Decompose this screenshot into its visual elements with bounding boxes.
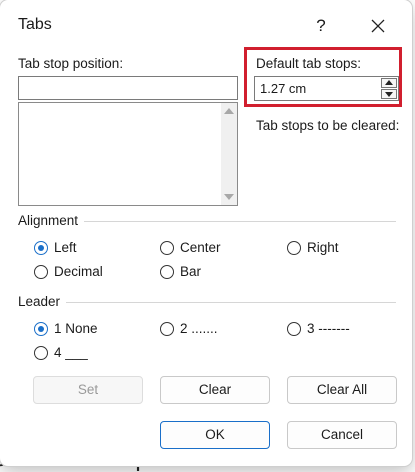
default-tab-stops-value[interactable]: 1.27 cm: [260, 81, 306, 96]
tab-stops-to-be-cleared-label: Tab stops to be cleared:: [256, 118, 400, 133]
cancel-button[interactable]: Cancel: [287, 421, 397, 449]
tab-stop-position-input[interactable]: [18, 76, 238, 100]
ok-button[interactable]: OK: [160, 421, 270, 449]
radio-leader-dots-label[interactable]: 2 .......: [180, 321, 218, 336]
radio-alignment-bar[interactable]: [160, 265, 174, 279]
leader-label: Leader: [18, 294, 61, 309]
alignment-label: Alignment: [18, 213, 79, 228]
radio-leader-none-label[interactable]: 1 None: [54, 321, 98, 336]
scroll-down-icon[interactable]: [224, 194, 234, 200]
default-tab-stops-field[interactable]: 1.27 cm: [254, 76, 399, 101]
tab-stop-position-label: Tab stop position:: [18, 56, 124, 71]
radio-alignment-right-label[interactable]: Right: [307, 240, 339, 255]
radio-alignment-right[interactable]: [287, 241, 301, 255]
spin-up-icon: [385, 80, 393, 85]
radio-leader-underline-label[interactable]: 4 ___: [54, 345, 88, 360]
set-button[interactable]: Set: [33, 376, 143, 404]
tab-stop-list-scrollbar[interactable]: [221, 103, 237, 205]
tabs-dialog: Tabs ? Tab stop position: Default tab st…: [0, 0, 412, 466]
default-tab-stops-label: Default tab stops:: [256, 56, 362, 71]
close-button[interactable]: [360, 10, 396, 42]
scroll-up-icon[interactable]: [224, 108, 234, 114]
help-button[interactable]: ?: [305, 10, 337, 42]
spin-down-button[interactable]: [381, 89, 397, 99]
radio-leader-dots[interactable]: [160, 322, 174, 336]
radio-alignment-bar-label[interactable]: Bar: [180, 264, 201, 279]
alignment-divider: [84, 221, 396, 222]
leader-divider: [66, 302, 396, 303]
spin-down-icon: [385, 92, 393, 97]
radio-leader-dashes[interactable]: [287, 322, 301, 336]
radio-alignment-center-label[interactable]: Center: [180, 240, 221, 255]
close-icon: [371, 19, 385, 33]
dialog-title: Tabs: [18, 16, 52, 33]
radio-alignment-decimal[interactable]: [34, 265, 48, 279]
radio-leader-underline[interactable]: [34, 346, 48, 360]
radio-alignment-center[interactable]: [160, 241, 174, 255]
clear-all-button[interactable]: Clear All: [287, 376, 397, 404]
radio-leader-dashes-label[interactable]: 3 -------: [307, 321, 350, 336]
radio-leader-none[interactable]: [34, 322, 48, 336]
spin-up-button[interactable]: [381, 78, 397, 88]
tab-stop-list[interactable]: [18, 102, 238, 206]
clear-button[interactable]: Clear: [160, 376, 270, 404]
radio-alignment-left[interactable]: [34, 241, 48, 255]
radio-alignment-decimal-label[interactable]: Decimal: [54, 264, 103, 279]
radio-alignment-left-label[interactable]: Left: [54, 240, 77, 255]
